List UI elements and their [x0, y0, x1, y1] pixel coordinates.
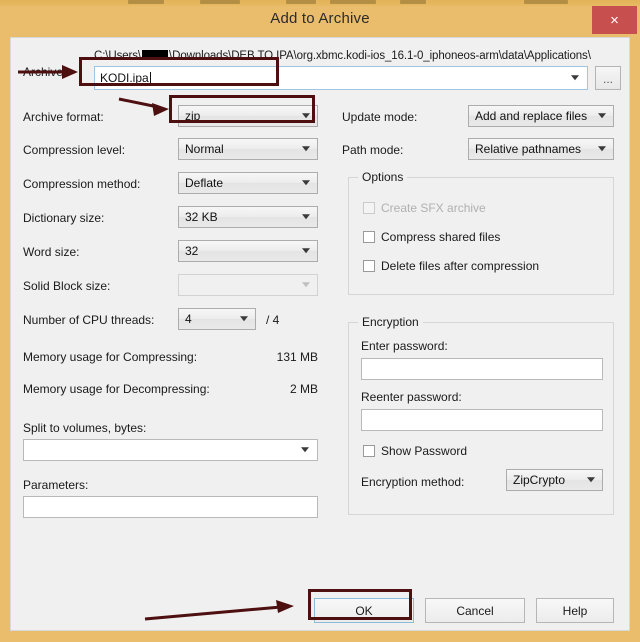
browse-button[interactable]: ... [595, 66, 621, 90]
chevron-down-icon[interactable] [302, 214, 310, 220]
checkbox-label: Delete files after compression [381, 259, 540, 273]
chevron-down-icon[interactable] [240, 316, 248, 322]
redaction-block [142, 50, 169, 60]
compression-level-value: Normal [185, 142, 224, 156]
dialog-client-area: Archive: C:\Users\ \Downloads\DEB TO IPA\… [10, 37, 630, 631]
cpu-threads-label: Number of CPU threads: [23, 313, 155, 327]
chevron-down-icon[interactable] [598, 146, 606, 152]
cpu-threads-combo[interactable]: 4 [178, 308, 256, 330]
cpu-threads-total: / 4 [266, 313, 280, 327]
archive-path-prefix: C:\Users\ [94, 50, 142, 62]
ok-button[interactable]: OK [314, 598, 414, 623]
dictionary-size-combo[interactable]: 32 KB [178, 206, 318, 228]
enter-password-input[interactable] [361, 358, 603, 380]
compression-method-value: Deflate [185, 176, 224, 190]
reenter-password-input[interactable] [361, 409, 603, 431]
close-button[interactable]: × [592, 6, 637, 34]
dictionary-size-label: Dictionary size: [23, 211, 105, 225]
path-mode-label: Path mode: [342, 143, 404, 157]
title-bar: Add to Archive × [0, 6, 640, 37]
archive-format-combo[interactable]: zip [178, 105, 318, 127]
chevron-down-icon[interactable] [302, 113, 310, 119]
checkbox-create-sfx-archive: Create SFX archive [363, 201, 486, 215]
archive-label: Archive: [23, 65, 67, 79]
memory-decompressing-value: 2 MB [289, 382, 318, 396]
cpu-threads-value: 4 [185, 312, 192, 326]
dialog-window: Add to Archive × Archive: C:\Users\ \Down… [0, 6, 640, 642]
archive-name-combo[interactable]: KODI.ipa [94, 66, 588, 90]
update-mode-label: Update mode: [342, 110, 418, 124]
word-size-value: 32 [185, 244, 199, 258]
chevron-down-icon[interactable] [301, 447, 309, 453]
chevron-down-icon[interactable] [302, 180, 310, 186]
options-group-title: Options [358, 170, 408, 184]
checkbox-label: Compress shared files [381, 230, 501, 244]
checkbox-icon[interactable] [363, 260, 375, 272]
split-volumes-label: Split to volumes, bytes: [23, 421, 147, 435]
chevron-down-icon[interactable] [598, 113, 606, 119]
chevron-down-icon[interactable] [302, 146, 310, 152]
cancel-button[interactable]: Cancel [425, 598, 525, 623]
enter-password-label: Enter password: [361, 339, 448, 353]
chevron-down-icon[interactable] [302, 248, 310, 254]
memory-decompressing-label: Memory usage for Decompressing: [23, 382, 210, 396]
archive-path-text: C:\Users\ \Downloads\DEB TO IPA\org.xbmc.… [94, 50, 591, 62]
parameters-input[interactable] [23, 496, 318, 518]
archive-name-value: KODI.ipa [100, 71, 149, 85]
encryption-method-label: Encryption method: [361, 475, 465, 489]
compression-level-label: Compression level: [23, 143, 126, 157]
archive-path-suffix: \Downloads\DEB TO IPA\org.xbmc.kodi-ios_… [169, 50, 591, 62]
word-size-combo[interactable]: 32 [178, 240, 318, 262]
dictionary-size-value: 32 KB [185, 210, 218, 224]
checkbox-label: Create SFX archive [381, 201, 486, 215]
checkbox-icon[interactable] [363, 231, 375, 243]
memory-compressing-label: Memory usage for Compressing: [23, 350, 198, 364]
chevron-down-icon [302, 282, 310, 288]
help-button[interactable]: Help [536, 598, 614, 623]
chevron-down-icon[interactable] [571, 75, 579, 81]
checkbox-compress-shared-files[interactable]: Compress shared files [363, 230, 500, 244]
checkbox-show-password[interactable]: Show Password [363, 444, 467, 458]
memory-compressing-value: 131 MB [276, 350, 318, 364]
dialog-title: Add to Archive [270, 10, 370, 27]
compression-method-label: Compression method: [23, 177, 141, 191]
checkbox-icon[interactable] [363, 445, 375, 457]
update-mode-combo[interactable]: Add and replace files [468, 105, 614, 127]
checkbox-label: Show Password [381, 444, 468, 458]
update-mode-value: Add and replace files [475, 109, 588, 123]
solid-block-size-label: Solid Block size: [23, 279, 111, 293]
chevron-down-icon[interactable] [587, 477, 595, 483]
screenshot-root: Add to Archive × Archive: C:\Users\ \Down… [0, 0, 640, 642]
checkbox-icon [363, 202, 375, 214]
encryption-method-value: ZipCrypto [513, 473, 566, 487]
compression-level-combo[interactable]: Normal [178, 138, 318, 160]
encryption-group-title: Encryption [358, 315, 423, 329]
encryption-method-combo[interactable]: ZipCrypto [506, 469, 603, 491]
solid-block-size-combo [178, 274, 318, 296]
reenter-password-label: Reenter password: [361, 390, 462, 404]
text-cursor [149, 71, 151, 85]
path-mode-combo[interactable]: Relative pathnames [468, 138, 614, 160]
compression-method-combo[interactable]: Deflate [178, 172, 318, 194]
checkbox-delete-files-after-compression[interactable]: Delete files after compression [363, 259, 539, 273]
word-size-label: Word size: [23, 245, 80, 259]
split-volumes-combo[interactable] [23, 439, 318, 461]
path-mode-value: Relative pathnames [475, 142, 582, 156]
archive-format-label: Archive format: [23, 110, 104, 124]
archive-format-value: zip [185, 109, 201, 123]
parameters-label: Parameters: [23, 478, 89, 492]
